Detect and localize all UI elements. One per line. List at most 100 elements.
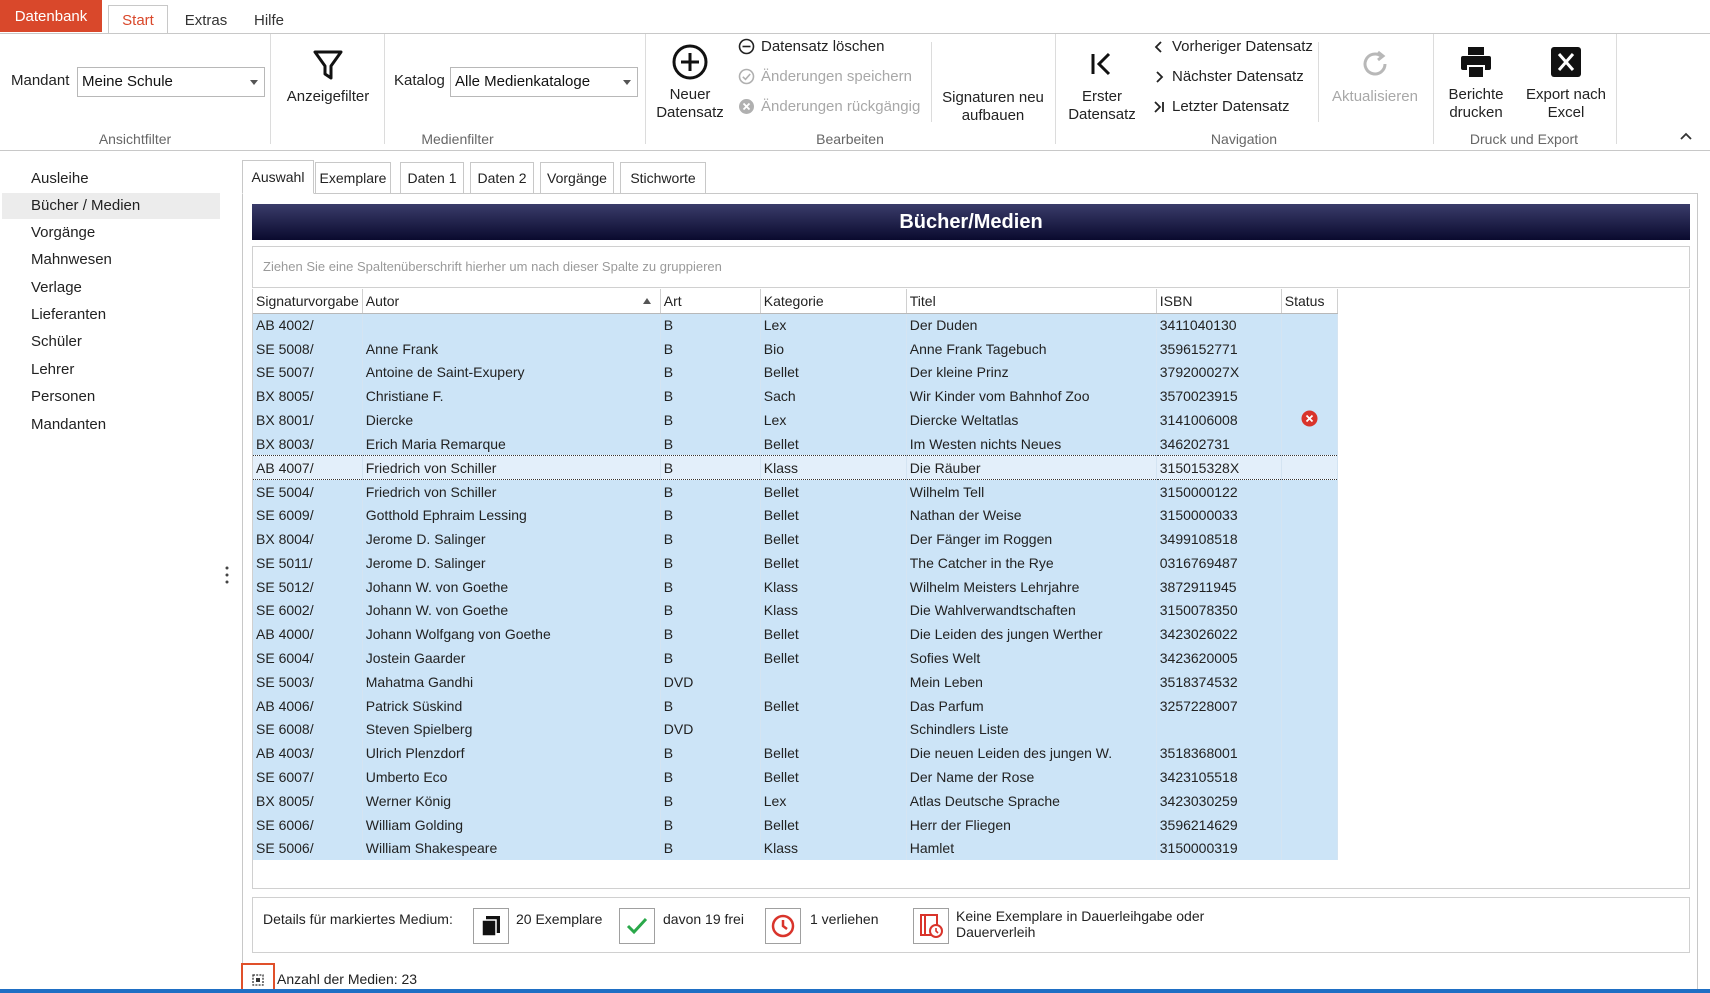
cell-titel[interactable]: Atlas Deutsche Sprache: [906, 788, 1157, 813]
cell-status[interactable]: [1281, 622, 1338, 647]
cell-kategorie[interactable]: Sach: [760, 384, 907, 409]
cell-titel[interactable]: Hamlet: [906, 836, 1157, 861]
table-row[interactable]: AB 4006/Patrick Süskind B Bellet Das Parfum…: [253, 693, 1338, 718]
cell-art[interactable]: B: [660, 574, 761, 599]
cell-art[interactable]: B: [660, 693, 761, 718]
cell-signatur[interactable]: SE 6004/: [253, 646, 363, 670]
cell-autor[interactable]: Anne Frank: [362, 336, 661, 361]
splitter-grip-icon[interactable]: [224, 564, 230, 586]
cell-kategorie[interactable]: Lex: [760, 408, 907, 432]
sidebar-item-vorgaenge[interactable]: Vorgänge: [2, 220, 220, 246]
cell-titel[interactable]: Das Parfum: [906, 693, 1157, 718]
cell-status[interactable]: [1281, 479, 1338, 504]
sidebar-item-verlage[interactable]: Verlage: [2, 275, 220, 301]
delete-record-button[interactable]: Datensatz löschen: [738, 38, 884, 55]
cell-isbn[interactable]: 3423105518: [1156, 765, 1282, 789]
cell-art[interactable]: B: [660, 313, 761, 337]
table-row[interactable]: BX 8003/Erich Maria Remarque B Bellet Im We…: [253, 431, 1338, 456]
cell-signatur[interactable]: SE 6007/: [253, 765, 363, 789]
cell-titel[interactable]: Mein Leben: [906, 669, 1157, 694]
cell-kategorie[interactable]: Klass: [760, 598, 907, 623]
sidebar-item-lehrer[interactable]: Lehrer: [2, 357, 220, 383]
cell-status[interactable]: [1281, 431, 1338, 456]
table-row[interactable]: SE 5007/Antoine de Saint-Exupery B Bellet D…: [253, 360, 1338, 385]
table-row[interactable]: BX 8001/Diercke B Lex Diercke Weltatlas 3141…: [253, 408, 1338, 432]
cell-titel[interactable]: Im Westen nichts Neues: [906, 431, 1157, 456]
cell-status[interactable]: [1281, 550, 1338, 575]
cell-isbn[interactable]: 3423026022: [1156, 622, 1282, 647]
cell-signatur[interactable]: SE 6002/: [253, 598, 363, 623]
cell-signatur[interactable]: BX 8003/: [253, 431, 363, 456]
table-row[interactable]: SE 5011/Jerome D. Salinger B Bellet The Cat…: [253, 550, 1338, 575]
cell-titel[interactable]: Wir Kinder vom Bahnhof Zoo: [906, 384, 1157, 409]
cell-art[interactable]: B: [660, 598, 761, 623]
cell-autor[interactable]: Erich Maria Remarque: [362, 431, 661, 456]
table-row[interactable]: SE 5012/Johann W. von Goethe B Klass Wilhel…: [253, 574, 1338, 599]
sidebar-item-mahnwesen[interactable]: Mahnwesen: [2, 247, 220, 273]
column-header-signaturvorgabe[interactable]: Signaturvorgabe: [253, 289, 363, 314]
cell-status[interactable]: [1281, 336, 1338, 361]
cell-kategorie[interactable]: Bellet: [760, 527, 907, 551]
table-row[interactable]: SE 6004/Jostein Gaarder B Bellet Sofies Wel…: [253, 646, 1338, 670]
cell-autor[interactable]: Friedrich von Schiller: [362, 479, 661, 504]
cell-signatur[interactable]: SE 5008/: [253, 336, 363, 361]
cell-kategorie[interactable]: Bellet: [760, 503, 907, 528]
column-header-isbn[interactable]: ISBN: [1156, 289, 1282, 314]
sidebar-item-mandanten[interactable]: Mandanten: [2, 412, 220, 438]
save-changes-button[interactable]: Änderungen speichern: [738, 68, 912, 85]
cell-autor[interactable]: Jerome D. Salinger: [362, 527, 661, 551]
cell-kategorie[interactable]: Bellet: [760, 479, 907, 504]
cell-art[interactable]: B: [660, 431, 761, 456]
cell-autor[interactable]: William Shakespeare: [362, 836, 661, 861]
cell-signatur[interactable]: SE 5004/: [253, 479, 363, 504]
cell-signatur[interactable]: AB 4007/: [253, 455, 363, 481]
cell-kategorie[interactable]: Klass: [760, 455, 907, 481]
cell-kategorie[interactable]: Bellet: [760, 360, 907, 385]
cell-isbn[interactable]: 379200027X: [1156, 360, 1282, 385]
cell-autor[interactable]: Jerome D. Salinger: [362, 550, 661, 575]
cell-autor[interactable]: Antoine de Saint-Exupery: [362, 360, 661, 385]
cell-isbn[interactable]: 3423030259: [1156, 788, 1282, 813]
cell-isbn[interactable]: 3150078350: [1156, 598, 1282, 623]
cell-status[interactable]: [1281, 741, 1338, 766]
cell-art[interactable]: B: [660, 479, 761, 504]
cell-art[interactable]: B: [660, 765, 761, 789]
cell-isbn[interactable]: 3150000319: [1156, 836, 1282, 861]
table-row[interactable]: AB 4002/B Lex Der Duden 3411040130: [253, 313, 1338, 337]
table-row[interactable]: SE 6009/Gotthold Ephraim Lessing B Bellet N…: [253, 503, 1338, 528]
collapse-ribbon-icon[interactable]: [1678, 130, 1694, 142]
cell-signatur[interactable]: SE 5003/: [253, 669, 363, 694]
cell-status[interactable]: [1281, 836, 1338, 861]
cell-kategorie[interactable]: Bellet: [760, 812, 907, 837]
cell-titel[interactable]: Sofies Welt: [906, 646, 1157, 670]
cell-isbn[interactable]: 3518368001: [1156, 741, 1282, 766]
cell-art[interactable]: B: [660, 360, 761, 385]
cell-titel[interactable]: Der Fänger im Roggen: [906, 527, 1157, 551]
cell-art[interactable]: B: [660, 455, 761, 481]
cell-signatur[interactable]: SE 5006/: [253, 836, 363, 861]
cell-isbn[interactable]: 3518374532: [1156, 669, 1282, 694]
cell-autor[interactable]: Johann W. von Goethe: [362, 598, 661, 623]
cell-isbn[interactable]: 315015328X: [1156, 455, 1282, 481]
table-row[interactable]: SE 5003/Mahatma Gandhi DVD Mein Leben 35183…: [253, 669, 1338, 694]
cell-art[interactable]: B: [660, 408, 761, 432]
cell-status[interactable]: [1281, 574, 1338, 599]
cell-status[interactable]: [1281, 360, 1338, 385]
cell-signatur[interactable]: BX 8001/: [253, 408, 363, 432]
table-row[interactable]: BX 8005/Werner König B Lex Atlas Deutsche S…: [253, 788, 1338, 813]
cell-titel[interactable]: Diercke Weltatlas: [906, 408, 1157, 432]
cell-kategorie[interactable]: Bellet: [760, 741, 907, 766]
tab-exemplare[interactable]: Exemplare: [315, 162, 391, 194]
cell-titel[interactable]: Die neuen Leiden des jungen W.: [906, 741, 1157, 766]
tab-daten-2[interactable]: Daten 2: [470, 162, 534, 194]
cell-art[interactable]: DVD: [660, 669, 761, 694]
table-row[interactable]: AB 4000/Johann Wolfgang von Goethe B Belle…: [253, 622, 1338, 647]
cell-isbn[interactable]: [1156, 717, 1282, 742]
cell-titel[interactable]: Anne Frank Tagebuch: [906, 336, 1157, 361]
tab-stichworte[interactable]: Stichworte: [620, 162, 706, 194]
column-header-art[interactable]: Art: [660, 289, 761, 314]
cell-signatur[interactable]: BX 8005/: [253, 384, 363, 409]
cell-autor[interactable]: Friedrich von Schiller: [362, 455, 661, 481]
tab-extras[interactable]: Extras: [178, 5, 234, 35]
cell-signatur[interactable]: AB 4003/: [253, 741, 363, 766]
